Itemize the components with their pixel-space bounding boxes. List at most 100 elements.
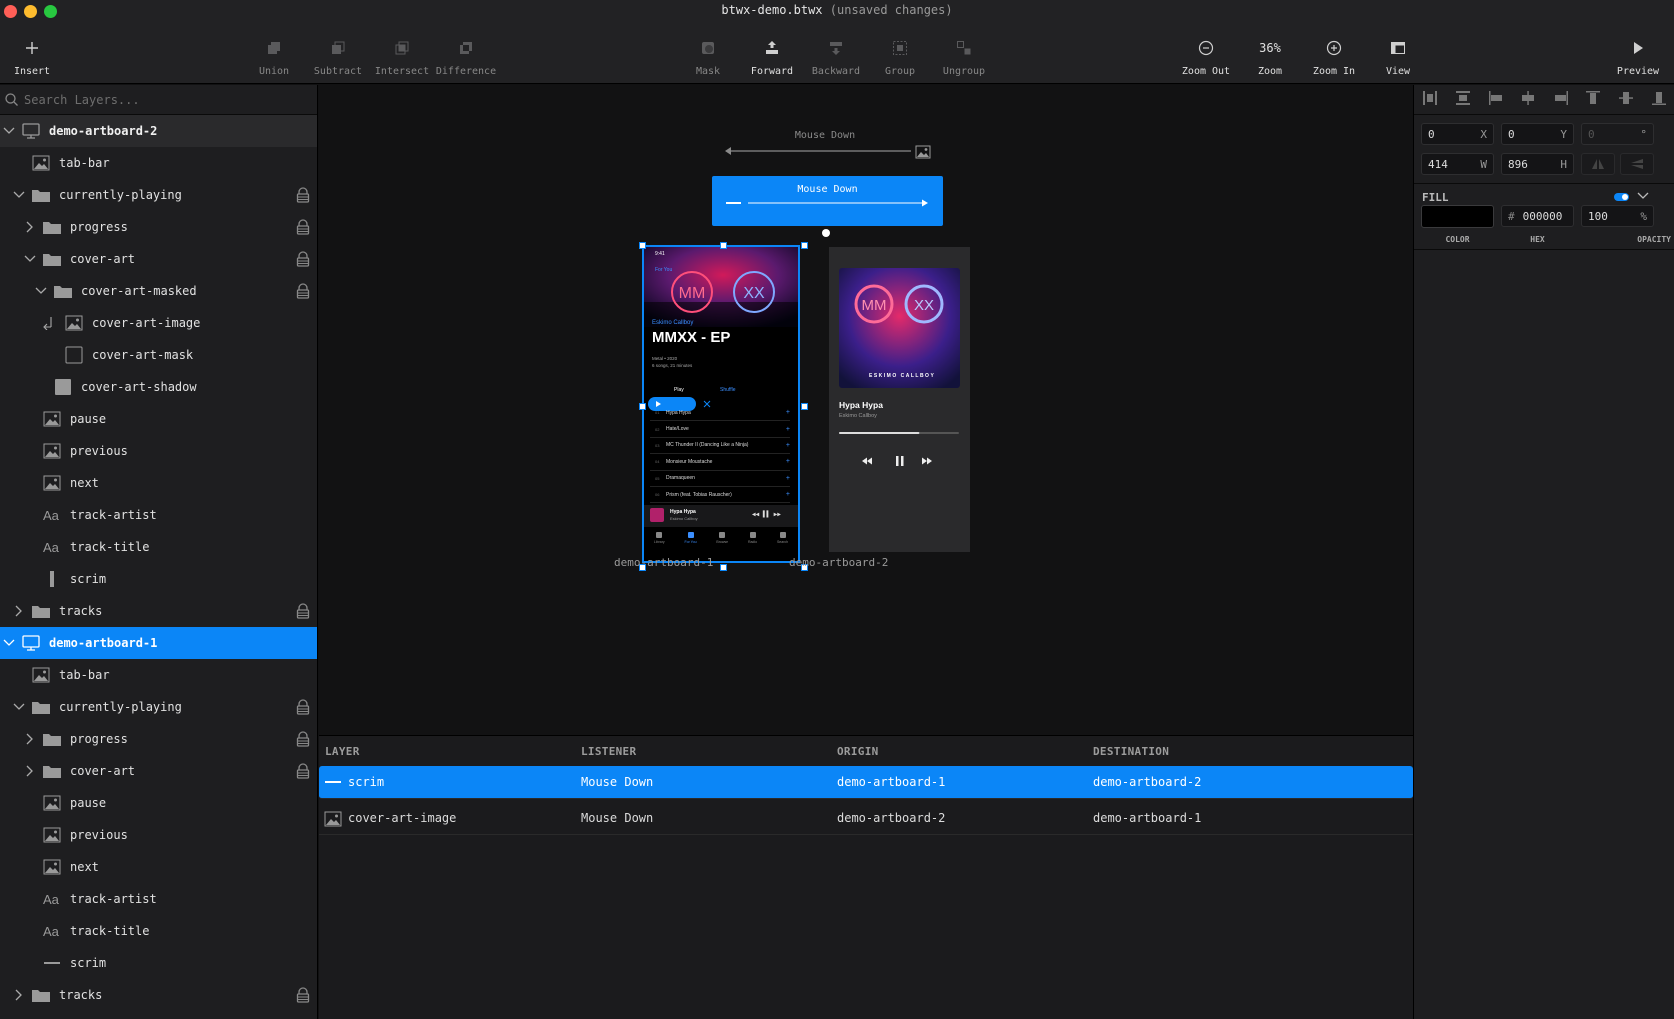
chevron-down-icon[interactable]: [35, 285, 47, 297]
add-track-icon[interactable]: +: [786, 475, 790, 482]
chevron-right-icon[interactable]: [13, 989, 25, 1001]
layer-item[interactable]: currently-playing: [0, 691, 317, 723]
tab-item[interactable]: For You: [684, 529, 697, 553]
layer-item[interactable]: next: [0, 467, 317, 499]
resize-handle[interactable]: [638, 402, 646, 410]
y-field[interactable]: 0Y: [1501, 123, 1574, 145]
search-input[interactable]: [24, 92, 294, 107]
event-tween-box[interactable]: Mouse Down: [712, 176, 943, 226]
layer-item[interactable]: demo-artboard-2: [0, 115, 317, 147]
event-row[interactable]: scrim Mouse Down demo-artboard-1 demo-ar…: [319, 766, 1413, 799]
chevron-right-icon[interactable]: [24, 221, 36, 233]
add-track-icon[interactable]: +: [786, 409, 790, 416]
track-row[interactable]: 02 Hate/Love +: [650, 421, 790, 438]
x-field[interactable]: 0X: [1421, 123, 1494, 145]
resize-handle[interactable]: [719, 241, 727, 249]
track-row[interactable]: 03 MC Thunder II (Dancing Like a Ninja) +: [650, 438, 790, 455]
chevron-right-icon[interactable]: [24, 765, 36, 777]
event-row[interactable]: cover-art-image Mouse Down demo-artboard…: [319, 802, 1413, 835]
add-track-icon[interactable]: +: [786, 458, 790, 465]
layer-item[interactable]: progress: [0, 723, 317, 755]
chevron-right-icon[interactable]: [13, 605, 25, 617]
layer-item[interactable]: progress: [0, 211, 317, 243]
add-track-icon[interactable]: +: [786, 426, 790, 433]
ungroup-button[interactable]: Ungroup: [926, 34, 1002, 77]
tab-item[interactable]: Library: [654, 529, 665, 553]
chevron-down-icon[interactable]: [24, 253, 36, 265]
add-track-icon[interactable]: +: [786, 442, 790, 449]
fill-color-swatch[interactable]: [1421, 205, 1494, 228]
layer-item[interactable]: Aa track-artist: [0, 883, 317, 915]
lock-icon[interactable]: [295, 187, 311, 203]
layer-item[interactable]: tab-bar: [0, 659, 317, 691]
layer-item[interactable]: tracks: [0, 595, 317, 627]
hex-field[interactable]: #000000: [1501, 205, 1574, 227]
align-bottom-icon[interactable]: [1651, 90, 1667, 110]
tab-item[interactable]: Search: [777, 529, 788, 553]
view-button[interactable]: View: [1360, 34, 1436, 77]
align-center-icon[interactable]: [1520, 90, 1536, 110]
layer-item[interactable]: cover-art-shadow: [0, 371, 317, 403]
layer-item[interactable]: scrim: [0, 563, 317, 595]
rotation-field[interactable]: 0 °: [1581, 123, 1654, 145]
layer-item[interactable]: Aa track-title: [0, 531, 317, 563]
preview-button[interactable]: Preview: [1600, 34, 1674, 77]
resize-handle[interactable]: [638, 241, 646, 249]
layer-item[interactable]: scrim: [0, 947, 317, 979]
layer-item[interactable]: cover-art: [0, 755, 317, 787]
layer-item[interactable]: Aa track-title: [0, 915, 317, 947]
layer-item[interactable]: pause: [0, 403, 317, 435]
chevron-down-icon[interactable]: [13, 701, 25, 713]
layer-item[interactable]: demo-artboard-1: [0, 627, 317, 659]
layer-item[interactable]: tracks: [0, 979, 317, 1011]
layer-item[interactable]: tab-bar: [0, 147, 317, 179]
layer-item[interactable]: cover-art-image: [0, 307, 317, 339]
canvas[interactable]: Mouse Down Mouse Down MM XX 9:41 For You…: [319, 85, 1413, 735]
distribute-horizontal-icon[interactable]: [1422, 90, 1438, 110]
artboard-2[interactable]: MM XX ESKIMO CALLBOY Hypa Hypa Eskimo Ca…: [829, 247, 970, 552]
difference-button[interactable]: Difference: [428, 34, 504, 77]
layer-item[interactable]: next: [0, 851, 317, 883]
layer-item[interactable]: previous: [0, 435, 317, 467]
resize-handle[interactable]: [800, 402, 808, 410]
flip-vertical-button[interactable]: [1620, 153, 1654, 175]
lock-icon[interactable]: [295, 699, 311, 715]
layer-item[interactable]: currently-playing: [0, 179, 317, 211]
lock-icon[interactable]: [295, 251, 311, 267]
align-top-icon[interactable]: [1585, 90, 1601, 110]
chevron-down-icon[interactable]: [13, 189, 25, 201]
track-row[interactable]: 01 Hypa Hypa +: [650, 405, 790, 422]
insert-button[interactable]: Insert: [0, 34, 70, 77]
align-middle-icon[interactable]: [1618, 90, 1634, 110]
lock-icon[interactable]: [295, 283, 311, 299]
artboard-1[interactable]: MM XX 9:41 For You Eskimo Callboy MMXX -…: [642, 245, 800, 563]
track-row[interactable]: 04 Monsieur Moustache +: [650, 454, 790, 471]
layer-item[interactable]: cover-art-mask: [0, 339, 317, 371]
layer-item[interactable]: Aa track-artist: [0, 499, 317, 531]
tab-item[interactable]: Radio: [748, 529, 757, 553]
align-left-icon[interactable]: [1488, 90, 1504, 110]
lock-icon[interactable]: [295, 219, 311, 235]
chevron-down-icon[interactable]: [3, 125, 15, 137]
chevron-down-icon[interactable]: [1637, 191, 1649, 201]
lock-icon[interactable]: [295, 763, 311, 779]
lock-icon[interactable]: [295, 731, 311, 747]
chevron-down-icon[interactable]: [3, 637, 15, 649]
opacity-field[interactable]: 100%: [1581, 205, 1654, 227]
track-row[interactable]: 05 Dramaqueen +: [650, 471, 790, 487]
chevron-right-icon[interactable]: [24, 733, 36, 745]
distribute-vertical-icon[interactable]: [1455, 90, 1471, 110]
layer-item[interactable]: pause: [0, 787, 317, 819]
lock-icon[interactable]: [295, 603, 311, 619]
layer-item[interactable]: previous: [0, 819, 317, 851]
width-field[interactable]: 414 W: [1421, 153, 1494, 175]
add-track-icon[interactable]: +: [786, 491, 790, 498]
artboard-2-label[interactable]: demo-artboard-2: [789, 556, 949, 569]
fill-toggle[interactable]: [1614, 193, 1629, 201]
track-row[interactable]: 06 Prism (feat. Tobias Rauscher) +: [650, 487, 790, 504]
height-field[interactable]: 896 H: [1501, 153, 1574, 175]
lock-icon[interactable]: [295, 987, 311, 1003]
flip-horizontal-button[interactable]: [1581, 153, 1615, 175]
layer-item[interactable]: cover-art-masked: [0, 275, 317, 307]
layer-item[interactable]: cover-art: [0, 243, 317, 275]
